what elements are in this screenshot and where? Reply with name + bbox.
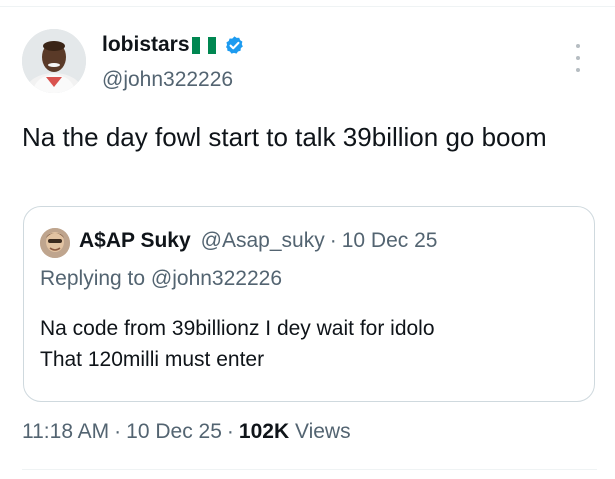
quote-author-name[interactable]: A$AP Suky (79, 229, 191, 253)
author-avatar[interactable] (22, 29, 86, 93)
views-count[interactable]: 102K (239, 420, 289, 443)
tweet-meta: 11:18 AM · 10 Dec 25 · 102K Views (22, 420, 351, 444)
quote-author-handle[interactable]: @Asap_suky (201, 229, 325, 253)
quote-author-avatar[interactable] (40, 228, 70, 258)
nigeria-flag-icon (191, 36, 216, 54)
replying-to: Replying to @john322226 (40, 267, 282, 291)
tweet-detail: lobistars @john322226 Na the day fowl st… (0, 0, 615, 479)
quote-header: A$AP Suky @Asap_suky · 10 Dec 25 (79, 229, 437, 253)
quote-text: Na code from 39billionz I dey wait for i… (40, 313, 570, 375)
tweet-date[interactable]: 10 Dec 25 (126, 420, 222, 443)
replying-label: Replying to (40, 267, 146, 290)
quote-date[interactable]: 10 Dec 25 (342, 229, 438, 253)
tweet-time[interactable]: 11:18 AM (22, 420, 109, 443)
author-handle[interactable]: @john322226 (102, 68, 233, 92)
tweet-text: Na the day fowl start to talk 39billion … (22, 122, 547, 152)
views-label: Views (294, 420, 351, 443)
replying-handle-link[interactable]: @john322226 (151, 267, 282, 290)
quote-text-line: That 120milli must enter (40, 348, 265, 371)
more-options-icon[interactable] (568, 44, 588, 72)
quote-text-line: Na code from 39billionz I dey wait for i… (40, 317, 435, 340)
meta-separator: · (114, 420, 122, 443)
author-name-row[interactable]: lobistars (102, 33, 245, 57)
meta-separator: · (226, 420, 234, 443)
verified-badge-icon (225, 35, 243, 54)
quote-separator: · (329, 229, 337, 252)
quoted-tweet[interactable]: A$AP Suky @Asap_suky · 10 Dec 25 Replyin… (23, 206, 595, 402)
top-divider (0, 6, 615, 7)
bottom-divider (22, 469, 597, 470)
author-name[interactable]: lobistars (102, 33, 190, 57)
